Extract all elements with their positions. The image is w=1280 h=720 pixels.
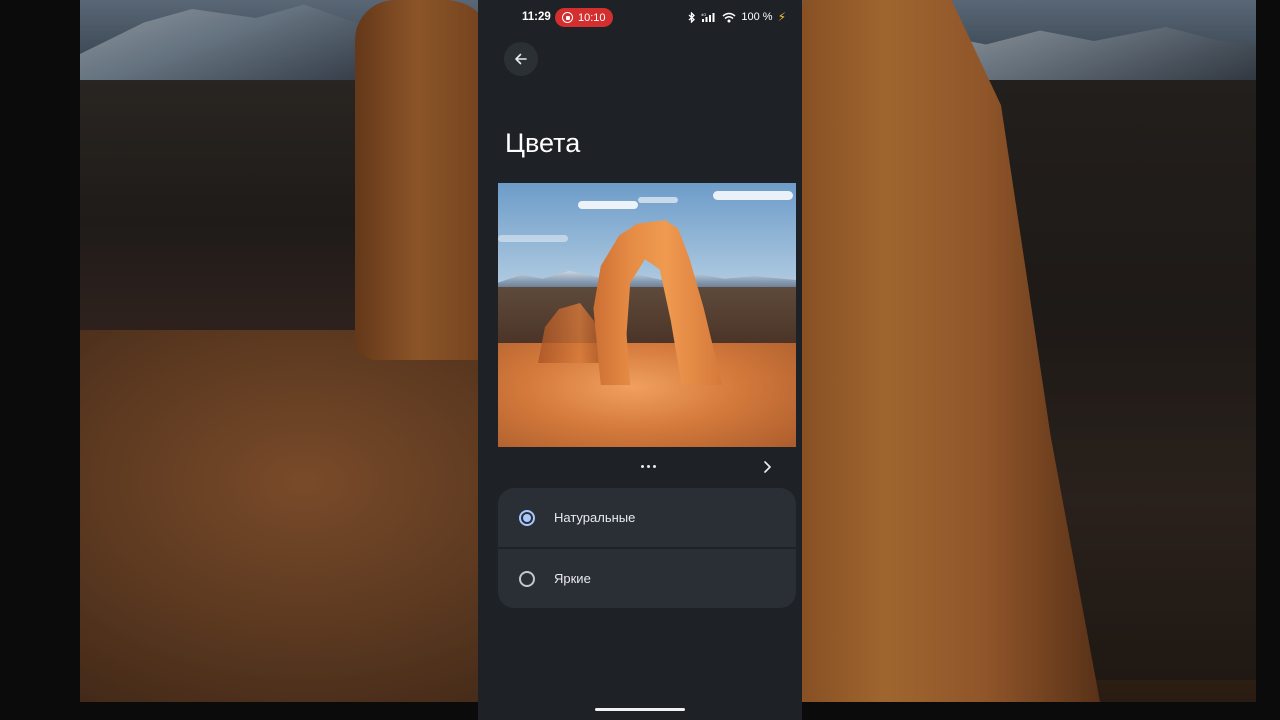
page-title: Цвета [505, 128, 581, 158]
option-label: Яркие [554, 571, 591, 586]
chevron-right-icon [764, 461, 771, 473]
preview-canyon [498, 287, 796, 347]
more-horizontal-icon [652, 464, 656, 468]
option-natural[interactable]: Натуральные [498, 488, 796, 547]
recording-time: 10:10 [578, 11, 606, 24]
preview-cloud [498, 235, 568, 242]
radio-button-selected[interactable] [519, 509, 535, 526]
status-bar: 11:29 10:10 4G 100 % ⚡ [478, 0, 802, 36]
next-preview-button[interactable] [756, 456, 778, 478]
charging-icon: ⚡ [777, 10, 786, 24]
back-button[interactable] [504, 42, 538, 76]
svg-text:4G: 4G [701, 12, 706, 17]
record-icon [562, 12, 573, 23]
option-label: Натуральные [554, 510, 636, 525]
phone-screen: 11:29 10:10 4G 100 % ⚡ Цвета Натуральные… [478, 0, 802, 720]
more-options-button[interactable] [636, 458, 660, 474]
screen-recording-pill[interactable]: 10:10 [555, 8, 613, 27]
bluetooth-icon [688, 11, 696, 23]
status-time: 11:29 [522, 11, 551, 23]
status-icons: 4G 100 % ⚡ [688, 10, 786, 24]
color-preview-image [498, 183, 796, 447]
option-vivid[interactable]: Яркие [498, 549, 796, 608]
more-horizontal-icon [640, 464, 644, 468]
preview-cloud [578, 201, 638, 209]
color-mode-options: Натуральные Яркие [498, 488, 796, 608]
preview-cloud [713, 191, 793, 200]
home-gesture-bar[interactable] [595, 708, 685, 711]
wifi-icon [722, 12, 736, 22]
more-horizontal-icon [646, 464, 650, 468]
arrow-left-icon [515, 53, 527, 65]
signal-icon: 4G [701, 12, 715, 22]
radio-button[interactable] [519, 570, 535, 587]
battery-percent: 100 % [741, 11, 773, 23]
preview-cloud [638, 197, 678, 203]
